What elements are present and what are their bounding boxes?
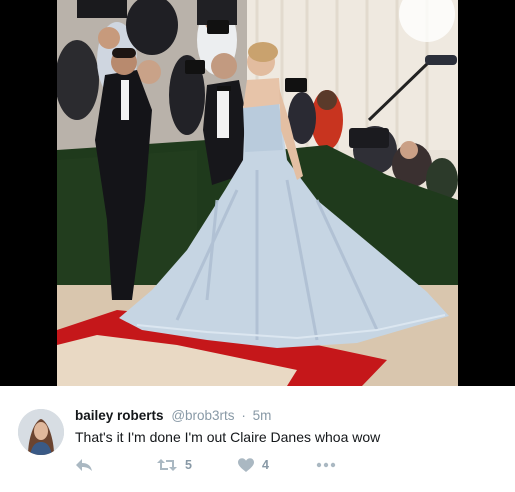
tweet-card[interactable]: bailey roberts @brob3rts · 5m That's it … [0, 386, 515, 492]
separator-dot: · [241, 408, 246, 423]
reply-button[interactable] [75, 456, 93, 474]
more-button[interactable] [316, 456, 336, 474]
heart-icon [238, 457, 254, 472]
retweet-icon [157, 459, 177, 471]
tweet-timestamp[interactable]: 5m [253, 408, 272, 423]
more-dots-icon [316, 462, 336, 468]
photo-frame [0, 0, 515, 386]
avatar[interactable] [18, 409, 64, 455]
tweet-photo[interactable] [57, 0, 458, 386]
like-button[interactable]: 4 [238, 456, 269, 474]
user-handle[interactable]: @brob3rts [171, 408, 234, 423]
reply-icon [76, 459, 92, 471]
tweet-text: That's it I'm done I'm out Claire Danes … [75, 429, 381, 445]
like-count: 4 [262, 458, 269, 472]
tweet-header: bailey roberts @brob3rts · 5m [75, 408, 271, 424]
retweet-button[interactable]: 5 [157, 456, 192, 474]
display-name[interactable]: bailey roberts [75, 408, 164, 423]
tweet-actions: 5 4 [75, 456, 375, 474]
red-carpet-gown-image [57, 0, 458, 386]
retweet-count: 5 [185, 458, 192, 472]
